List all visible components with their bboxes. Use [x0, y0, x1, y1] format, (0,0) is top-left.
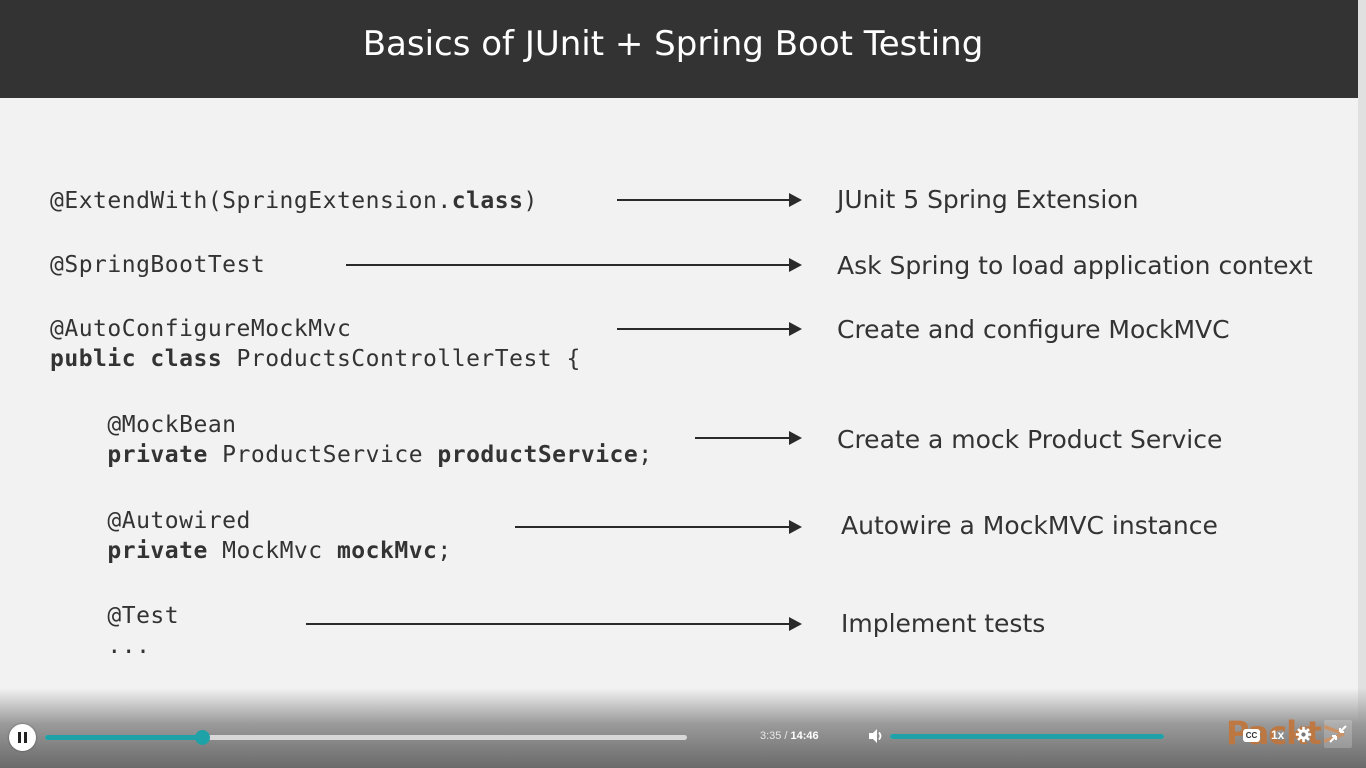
- desc-autowired: Autowire a MockMVC instance: [841, 511, 1218, 540]
- arrow-springboottest: [346, 258, 802, 272]
- current-time: 3:35: [760, 730, 782, 742]
- player-controls: 3:35/14:46 Packt> CC 1x: [0, 688, 1366, 768]
- code-line: private MockMvc mockMvc;: [50, 536, 452, 566]
- code-line: @MockBean: [50, 410, 653, 440]
- progress-fill: [45, 735, 203, 740]
- code-line: @AutoConfigureMockMvc: [50, 314, 581, 344]
- code-block-test: @Test ...: [50, 601, 179, 661]
- code-line: @Autowired: [50, 506, 452, 536]
- time-separator: /: [784, 730, 788, 742]
- duration: 14:46: [790, 730, 819, 742]
- code-keyword: private: [107, 538, 208, 564]
- code-text: @Autowired: [50, 508, 251, 534]
- slide-content: @ExtendWith(SpringExtension.class) JUnit…: [0, 98, 1358, 688]
- code-line: @ExtendWith(SpringExtension.class): [50, 186, 538, 216]
- code-text: ): [523, 188, 538, 214]
- code-text: ;: [638, 442, 653, 468]
- pause-icon: [18, 732, 21, 743]
- pause-button[interactable]: [9, 724, 36, 751]
- volume-slider[interactable]: [890, 734, 1164, 739]
- code-block-autowired: @Autowired private MockMvc mockMvc;: [50, 506, 452, 566]
- code-text: ProductsControllerTest {: [222, 346, 581, 372]
- code-keyword: class: [451, 188, 524, 214]
- code-keyword: mockMvc: [336, 538, 438, 564]
- arrow-mockbean: [695, 431, 802, 445]
- code-text: @AutoConfigureMockMvc: [50, 316, 352, 342]
- title-bar: Basics of JUnit + Spring Boot Testing: [0, 0, 1366, 98]
- code-block-springboottest: @SpringBootTest: [50, 250, 265, 280]
- exit-fullscreen-button[interactable]: [1324, 720, 1352, 748]
- code-text: ...: [50, 633, 151, 659]
- desc-extendwith: JUnit 5 Spring Extension: [837, 185, 1139, 214]
- code-block-extendwith: @ExtendWith(SpringExtension.class): [50, 186, 538, 216]
- progress-bar[interactable]: [45, 730, 687, 745]
- exit-fullscreen-icon: [1329, 725, 1347, 743]
- code-text: MockMvc: [207, 538, 337, 564]
- code-line: public class ProductsControllerTest {: [50, 344, 581, 374]
- arrow-extendwith: [617, 193, 802, 207]
- code-block-autoconfigure: @AutoConfigureMockMvc public class Produc…: [50, 314, 581, 374]
- cc-button[interactable]: CC: [1243, 729, 1260, 742]
- window-edge: [1358, 0, 1366, 768]
- code-keyword: public class: [50, 346, 223, 372]
- desc-mockbean: Create a mock Product Service: [837, 425, 1223, 454]
- arrow-autowired: [515, 520, 802, 534]
- volume-fill: [890, 734, 1164, 739]
- desc-autoconfigure: Create and configure MockMVC: [837, 315, 1230, 344]
- code-text: @Test: [50, 603, 180, 629]
- volume-icon[interactable]: [866, 726, 886, 746]
- slide-title: Basics of JUnit + Spring Boot Testing: [362, 24, 984, 64]
- code-text: @MockBean: [50, 412, 237, 438]
- code-block-mockbean: @MockBean private ProductService product…: [50, 410, 653, 470]
- code-text: ProductService: [207, 442, 438, 468]
- arrow-autoconfigure: [617, 322, 802, 336]
- code-keyword: private: [107, 442, 208, 468]
- gear-icon[interactable]: [1295, 726, 1312, 743]
- code-text: @ExtendWith(SpringExtension.: [50, 188, 452, 214]
- code-line: @Test: [50, 601, 179, 631]
- desc-springboottest: Ask Spring to load application context: [837, 251, 1313, 280]
- desc-test: Implement tests: [841, 609, 1046, 638]
- code-keyword: productService: [437, 442, 639, 468]
- code-line: private ProductService productService;: [50, 440, 653, 470]
- progress-knob[interactable]: [195, 730, 211, 745]
- code-line: @SpringBootTest: [50, 250, 265, 280]
- code-line: ...: [50, 631, 179, 661]
- speed-button[interactable]: 1x: [1271, 728, 1284, 742]
- time-display: 3:35/14:46: [760, 730, 819, 742]
- code-text: ;: [437, 538, 452, 564]
- code-text: @SpringBootTest: [50, 252, 266, 278]
- arrow-test: [306, 617, 802, 631]
